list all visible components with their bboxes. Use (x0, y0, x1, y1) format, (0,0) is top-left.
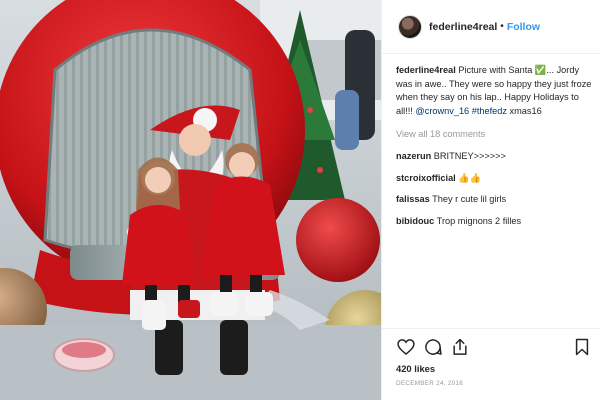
caption-tail: xmas16 (509, 105, 542, 116)
comment-item: bibidouc Trop mignons 2 filles (396, 215, 592, 229)
heart-icon[interactable] (396, 337, 416, 357)
view-all-comments-link[interactable]: View all 18 comments (396, 128, 592, 142)
post-header: federline4real • Follow (382, 0, 600, 54)
comment-text: They r cute lil girls (432, 194, 507, 205)
caption: federline4real Picture with Santa ✅... J… (396, 64, 592, 118)
comment-item: stcroixofficial 👍👍 (396, 172, 592, 186)
post-date: DECEMBER 24, 2016 (396, 380, 464, 387)
follow-button[interactable]: Follow (507, 21, 540, 33)
share-icon[interactable] (450, 337, 470, 357)
caption-mention[interactable]: @crownv_16 (415, 106, 469, 116)
post-side-panel: federline4real • Follow federline4real P… (381, 0, 600, 400)
caption-username[interactable]: federline4real (396, 65, 456, 75)
post-actions: 420 likes DECEMBER 24, 2016 (382, 328, 600, 400)
comment-text: Trop mignons 2 filles (436, 215, 522, 226)
comment-text: 👍👍 (458, 172, 482, 183)
bookmark-icon[interactable] (572, 337, 592, 357)
comment-username[interactable]: falissas (396, 194, 430, 204)
header-separator: • (500, 21, 504, 32)
action-icons-row (396, 337, 591, 359)
comments-section: federline4real Picture with Santa ✅... J… (396, 64, 592, 228)
comment-username[interactable]: stcroixofficial (396, 173, 456, 183)
comment-username[interactable]: nazerun (396, 151, 431, 161)
comment-username[interactable]: bibidouc (396, 216, 434, 226)
likes-count[interactable]: 420 likes (396, 363, 435, 374)
santa-photo-image (0, 0, 381, 400)
comment-icon[interactable] (423, 337, 443, 357)
comment-text: BRITNEY>>>>>> (433, 150, 506, 161)
header-username[interactable]: federline4real (429, 21, 497, 33)
comment-item: nazerun BRITNEY>>>>>> (396, 150, 592, 164)
avatar[interactable] (398, 14, 422, 39)
post-photo[interactable] (0, 0, 381, 400)
caption-hashtag[interactable]: #thefedz (472, 106, 507, 116)
comment-item: falissas They r cute lil girls (396, 193, 592, 207)
